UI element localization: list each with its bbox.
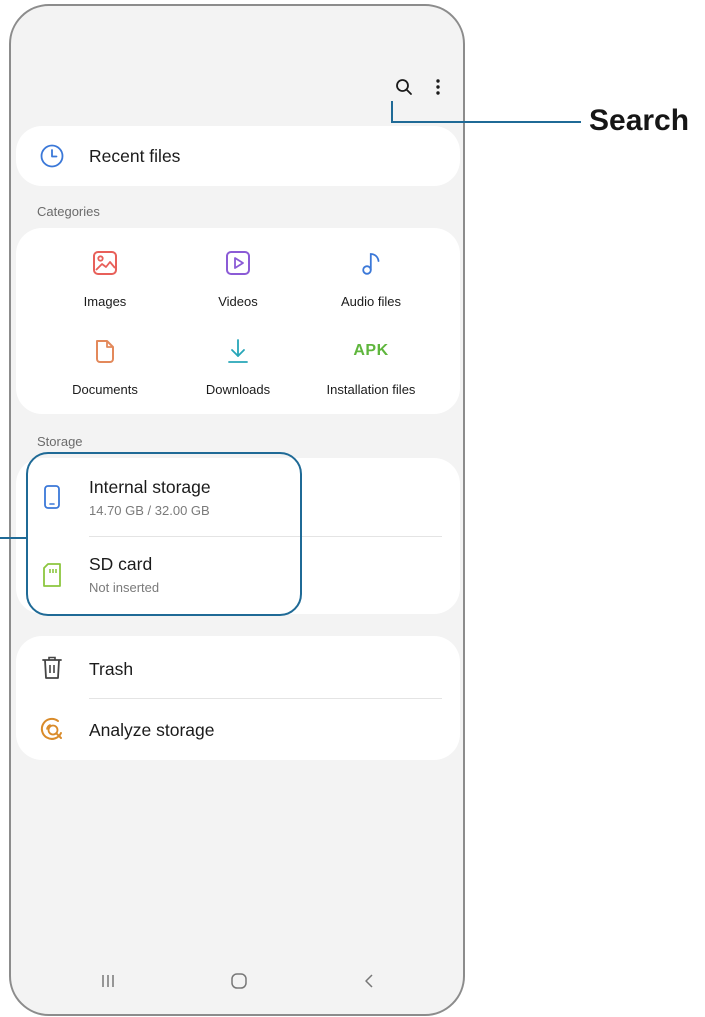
more-vertical-icon[interactable] (435, 78, 441, 101)
trash-row[interactable]: Trash (16, 651, 460, 685)
storage-header: Storage (37, 434, 83, 449)
storage-callout-line (0, 537, 27, 539)
categories-card: Images Videos Audio files Documents Down… (16, 228, 460, 414)
clock-icon (38, 142, 66, 170)
category-audio-files[interactable]: Audio files (306, 246, 436, 309)
tools-card: Trash Analyze storage (16, 636, 460, 760)
analyze-storage-label: Analyze storage (89, 720, 215, 740)
trash-icon (38, 654, 66, 682)
divider (89, 698, 442, 699)
analyze-storage-row[interactable]: Analyze storage (16, 712, 460, 746)
image-icon (40, 246, 170, 280)
top-toolbar (395, 78, 441, 101)
categories-header: Categories (37, 204, 100, 219)
search-callout-label: Search (589, 104, 690, 137)
storage-highlight-box (26, 452, 302, 616)
recent-files-card[interactable]: Recent files (16, 126, 460, 186)
category-downloads[interactable]: Downloads (173, 334, 303, 397)
category-images[interactable]: Images (40, 246, 170, 309)
recent-apps-icon[interactable] (99, 972, 117, 995)
category-installation-files[interactable]: APK Installation files (306, 334, 436, 397)
search-icon[interactable] (395, 78, 413, 101)
search-callout-line-horizontal (391, 121, 581, 123)
home-icon[interactable] (230, 972, 248, 995)
video-icon (173, 246, 303, 280)
download-icon (173, 334, 303, 368)
music-note-icon (306, 246, 436, 280)
document-icon (40, 334, 170, 368)
analyze-storage-icon (38, 715, 66, 743)
navigation-bar (11, 954, 463, 1014)
back-icon[interactable] (360, 972, 378, 995)
category-documents[interactable]: Documents (40, 334, 170, 397)
category-videos[interactable]: Videos (173, 246, 303, 309)
recent-files-label: Recent files (89, 146, 181, 166)
search-callout-line-vertical (391, 101, 393, 123)
apk-icon: APK (353, 342, 389, 359)
trash-label: Trash (89, 659, 134, 679)
